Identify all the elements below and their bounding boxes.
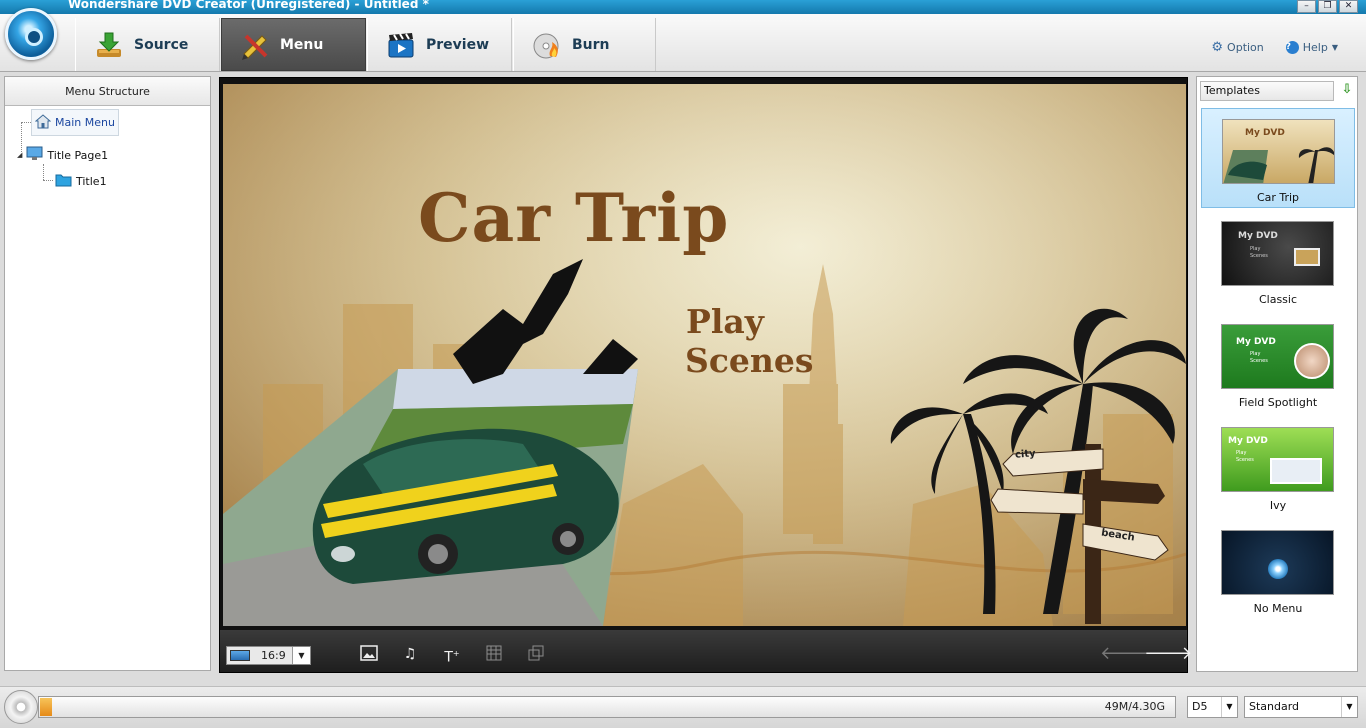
folder-icon bbox=[55, 173, 72, 190]
option-label: Option bbox=[1227, 41, 1264, 54]
tab-burn[interactable]: Burn bbox=[513, 18, 656, 71]
template-field-spotlight[interactable]: My DVD Play Scenes Field Spotlight bbox=[1201, 314, 1355, 414]
restore-button[interactable]: ❐ bbox=[1318, 0, 1337, 13]
templates-panel: Templates ⇩ My DVD Car Trip My DVD Play … bbox=[1196, 76, 1358, 672]
tree-item-title-page[interactable]: ◢ Title Page1 bbox=[17, 146, 108, 164]
menu-structure-panel: Menu Structure Main Menu ◢ Title Page1 T… bbox=[4, 76, 211, 671]
chapter-grid-icon[interactable] bbox=[485, 645, 503, 663]
gear-icon: ⚙ bbox=[1211, 40, 1224, 55]
clapperboard-icon bbox=[386, 30, 416, 60]
disc-icon bbox=[4, 690, 38, 724]
chevron-down-icon: ▼ bbox=[1221, 697, 1237, 717]
title-bar: Wondershare DVD Creator (Unregistered) -… bbox=[0, 0, 1366, 14]
option-button[interactable]: ⚙ Option bbox=[1211, 40, 1263, 55]
menu-canvas[interactable]: Car Trip Play Scenes city beach bbox=[223, 84, 1186, 626]
template-car-trip[interactable]: My DVD Car Trip bbox=[1201, 108, 1355, 208]
capacity-text: 49M/4.30G bbox=[1104, 700, 1165, 713]
chevron-down-icon: ▼ bbox=[1341, 697, 1357, 717]
tree-item-main-menu-label: Main Menu bbox=[55, 116, 115, 129]
layers-icon[interactable] bbox=[527, 645, 545, 663]
thumb-play: Play bbox=[1250, 246, 1261, 252]
template-ivy[interactable]: My DVD Play Scenes Ivy bbox=[1201, 417, 1355, 517]
help-button[interactable]: ? Help ▼ bbox=[1285, 40, 1338, 55]
window-title: Wondershare DVD Creator (Unregistered) -… bbox=[68, 0, 429, 11]
disc-type-value: D5 bbox=[1192, 700, 1208, 713]
aspect-ratio-select[interactable]: 16:9 ▼ bbox=[226, 646, 311, 665]
scenes-button[interactable]: Scenes bbox=[685, 341, 814, 380]
template-no-menu[interactable]: No Menu bbox=[1201, 520, 1355, 620]
tab-menu-label: Menu bbox=[280, 36, 324, 53]
disc-type-select[interactable]: D5 ▼ bbox=[1187, 696, 1238, 718]
thumb-scenes: Scenes bbox=[1250, 253, 1268, 259]
template-ivy-thumb: My DVD Play Scenes bbox=[1221, 427, 1334, 492]
home-icon bbox=[34, 113, 52, 132]
template-car-trip-thumb: My DVD bbox=[1222, 119, 1335, 184]
template-car-trip-name: Car Trip bbox=[1256, 191, 1300, 204]
template-classic-thumb: My DVD Play Scenes bbox=[1221, 221, 1334, 286]
download-templates-icon[interactable]: ⇩ bbox=[1339, 82, 1355, 98]
monitor-icon bbox=[26, 146, 43, 164]
quality-value: Standard bbox=[1249, 700, 1300, 713]
tab-source[interactable]: Source bbox=[75, 18, 220, 71]
template-classic-name: Classic bbox=[1258, 293, 1298, 306]
thumb-title: My DVD bbox=[1238, 231, 1278, 241]
tree-item-title-page-label: Title Page1 bbox=[47, 148, 109, 162]
aspect-ratio-value: 16:9 bbox=[261, 649, 286, 662]
preview-control-bar: 16:9 ▼ ♫ T+ 🡐 🡒 bbox=[220, 630, 1192, 672]
collapse-triangle-icon: ◢ bbox=[17, 151, 23, 159]
previous-page-arrow-icon[interactable]: 🡐 bbox=[1100, 645, 1148, 663]
music-icon[interactable]: ♫ bbox=[401, 645, 419, 663]
tab-preview-label: Preview bbox=[426, 36, 490, 53]
help-icon: ? bbox=[1285, 41, 1299, 54]
template-field-spotlight-thumb: My DVD Play Scenes bbox=[1221, 324, 1334, 389]
tab-source-label: Source bbox=[134, 36, 189, 53]
thumb-play: Play bbox=[1250, 351, 1261, 357]
background-image-icon[interactable] bbox=[360, 645, 378, 663]
capacity-progress-bar: 49M/4.30G bbox=[38, 696, 1176, 718]
pencil-ruler-icon bbox=[240, 30, 270, 60]
menu-title[interactable]: Car Trip bbox=[418, 179, 729, 257]
tab-preview[interactable]: Preview bbox=[367, 18, 512, 71]
template-ivy-name: Ivy bbox=[1269, 499, 1287, 512]
template-field-spotlight-name: Field Spotlight bbox=[1238, 396, 1318, 409]
templates-header: Templates bbox=[1200, 81, 1334, 101]
menu-preview-stage: Car Trip Play Scenes city beach 16:9 ▼ ♫… bbox=[219, 77, 1192, 673]
help-label: Help bbox=[1302, 41, 1328, 54]
template-no-menu-thumb bbox=[1221, 530, 1334, 595]
quality-select[interactable]: Standard ▼ bbox=[1244, 696, 1358, 718]
chevron-down-icon: ▼ bbox=[292, 647, 310, 664]
menu-structure-header: Menu Structure bbox=[5, 77, 210, 106]
tree-item-title1[interactable]: Title1 bbox=[55, 173, 107, 190]
next-page-arrow-icon[interactable]: 🡒 bbox=[1144, 645, 1192, 663]
thumb-play: Play bbox=[1236, 450, 1247, 456]
tab-menu[interactable]: Menu bbox=[221, 18, 366, 71]
tree-item-title1-label: Title1 bbox=[76, 175, 107, 188]
sign-city-label: city bbox=[1014, 448, 1037, 461]
add-text-icon[interactable]: T+ bbox=[443, 645, 461, 666]
chevron-down-icon: ▼ bbox=[1331, 43, 1338, 52]
close-button[interactable]: ✕ bbox=[1339, 0, 1358, 13]
app-logo[interactable] bbox=[5, 8, 57, 60]
status-bar: 49M/4.30G D5 ▼ Standard ▼ bbox=[0, 686, 1366, 728]
tree-item-main-menu[interactable]: Main Menu bbox=[31, 109, 119, 136]
capacity-progress-fill bbox=[40, 698, 52, 716]
download-icon bbox=[94, 30, 124, 60]
main-toolbar: Source Menu Preview Burn ⚙ Option ? Help… bbox=[0, 8, 1366, 72]
screen-icon bbox=[230, 650, 250, 661]
thumb-title: My DVD bbox=[1228, 436, 1268, 446]
menu-structure-tree: Main Menu ◢ Title Page1 Title1 bbox=[5, 106, 210, 671]
thumb-title: My DVD bbox=[1236, 337, 1276, 347]
tab-burn-label: Burn bbox=[572, 36, 610, 53]
template-classic[interactable]: My DVD Play Scenes Classic bbox=[1201, 211, 1355, 311]
thumb-scenes: Scenes bbox=[1236, 457, 1254, 463]
disc-fire-icon bbox=[532, 30, 562, 60]
play-button[interactable]: Play bbox=[686, 302, 764, 341]
template-no-menu-name: No Menu bbox=[1253, 602, 1303, 615]
thumb-scenes: Scenes bbox=[1250, 358, 1268, 364]
minimize-button[interactable]: – bbox=[1297, 0, 1316, 13]
